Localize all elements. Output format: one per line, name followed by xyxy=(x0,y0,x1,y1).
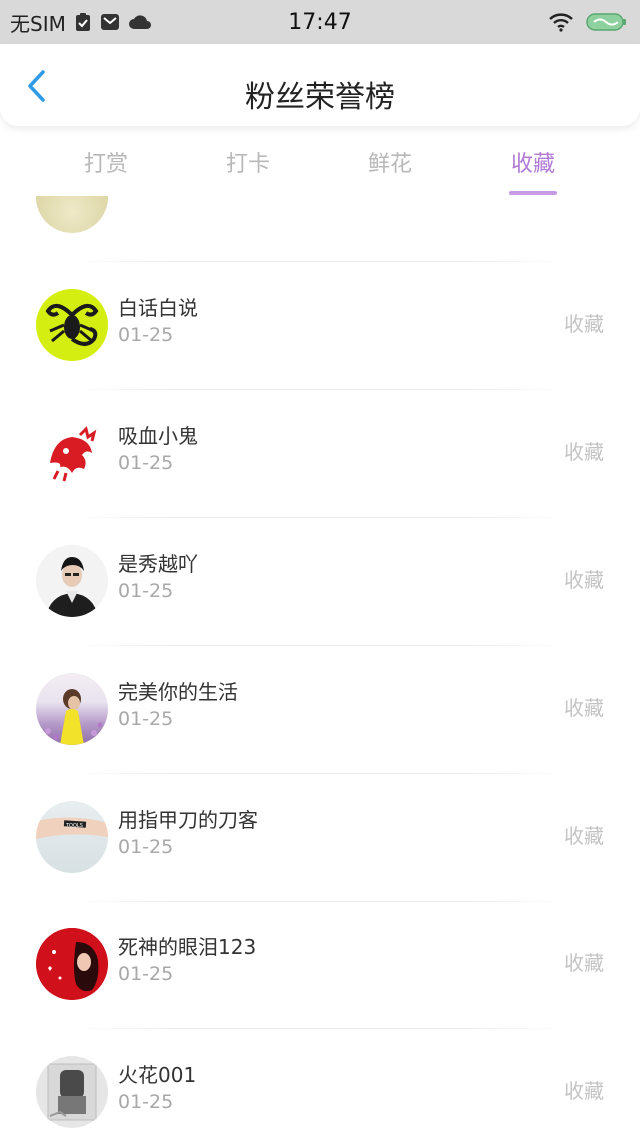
item-name: 完美你的生活 xyxy=(118,680,238,704)
partial-avatar xyxy=(36,196,108,233)
arm-tattoo-avatar[interactable]: TOOLS xyxy=(36,801,108,873)
item-date: 01-25 xyxy=(118,452,174,474)
fan-list[interactable]: 白话白说 01-25 收藏 吸血小鬼 01-25 收藏 是秀越吖 01-25 收… xyxy=(0,196,640,1138)
man-portrait-avatar[interactable] xyxy=(36,545,108,617)
list-item[interactable]: 火花001 01-25 收藏 xyxy=(0,1029,640,1138)
tab-checkin[interactable]: 打卡 xyxy=(188,146,308,178)
red-papercut-avatar[interactable] xyxy=(36,417,108,489)
item-name: 用指甲刀的刀客 xyxy=(118,808,258,832)
tab-bar: 打赏 打卡 鲜花 收藏 xyxy=(0,140,640,196)
favorite-label[interactable]: 收藏 xyxy=(564,692,604,721)
clipboard-icon xyxy=(74,12,92,32)
page-title: 粉丝荣誉榜 xyxy=(245,80,395,115)
wifi-icon xyxy=(548,12,574,32)
active-tab-underline xyxy=(509,191,557,195)
status-bar: 无SIM 17:47 xyxy=(0,0,640,44)
favorite-label[interactable]: 收藏 xyxy=(564,820,604,849)
item-date: 01-25 xyxy=(118,963,174,985)
item-name: 是秀越吖 xyxy=(118,552,198,576)
list-item-partial xyxy=(0,196,640,262)
favorite-label[interactable]: 收藏 xyxy=(564,308,604,337)
item-date: 01-25 xyxy=(118,836,174,858)
tab-flowers[interactable]: 鲜花 xyxy=(330,146,450,178)
favorite-label[interactable]: 收藏 xyxy=(564,947,604,976)
list-item[interactable]: 死神的眼泪123 01-25 收藏 xyxy=(0,901,640,1029)
status-right xyxy=(548,0,628,44)
header-bar: 粉丝荣誉榜 xyxy=(0,44,640,126)
flower-field-avatar[interactable] xyxy=(36,673,108,745)
item-date: 01-25 xyxy=(118,1091,174,1113)
item-name: 火花001 xyxy=(118,1063,197,1087)
cloud-icon xyxy=(128,13,152,31)
item-date: 01-25 xyxy=(118,708,174,730)
mail-icon xyxy=(100,12,120,32)
favorite-label[interactable]: 收藏 xyxy=(564,564,604,593)
scorpion-avatar[interactable] xyxy=(36,289,108,361)
tab-favorites-label: 收藏 xyxy=(510,152,555,177)
red-girl-avatar[interactable] xyxy=(36,928,108,1000)
carrier-text: 无SIM xyxy=(10,11,66,36)
favorite-label[interactable]: 收藏 xyxy=(564,436,604,465)
list-item[interactable]: 白话白说 01-25 收藏 xyxy=(0,262,640,390)
tab-reward[interactable]: 打赏 xyxy=(46,146,166,178)
grayscale-avatar[interactable] xyxy=(36,1056,108,1128)
svg-text:TOOLS: TOOLS xyxy=(65,823,83,829)
tab-favorites[interactable]: 收藏 xyxy=(473,146,593,195)
item-name: 死神的眼泪123 xyxy=(118,935,257,959)
list-item[interactable]: 完美你的生活 01-25 收藏 xyxy=(0,646,640,774)
item-name: 白话白说 xyxy=(118,296,198,320)
list-item[interactable]: TOOLS 用指甲刀的刀客 01-25 收藏 xyxy=(0,774,640,902)
favorite-label[interactable]: 收藏 xyxy=(564,1075,604,1104)
item-name: 吸血小鬼 xyxy=(118,424,198,448)
item-date: 01-25 xyxy=(118,580,174,602)
list-item[interactable]: 是秀越吖 01-25 收藏 xyxy=(0,518,640,646)
battery-icon xyxy=(586,12,628,32)
list-item[interactable]: 吸血小鬼 01-25 收藏 xyxy=(0,390,640,518)
status-left: 无SIM xyxy=(10,0,152,44)
item-date: 01-25 xyxy=(118,324,174,346)
